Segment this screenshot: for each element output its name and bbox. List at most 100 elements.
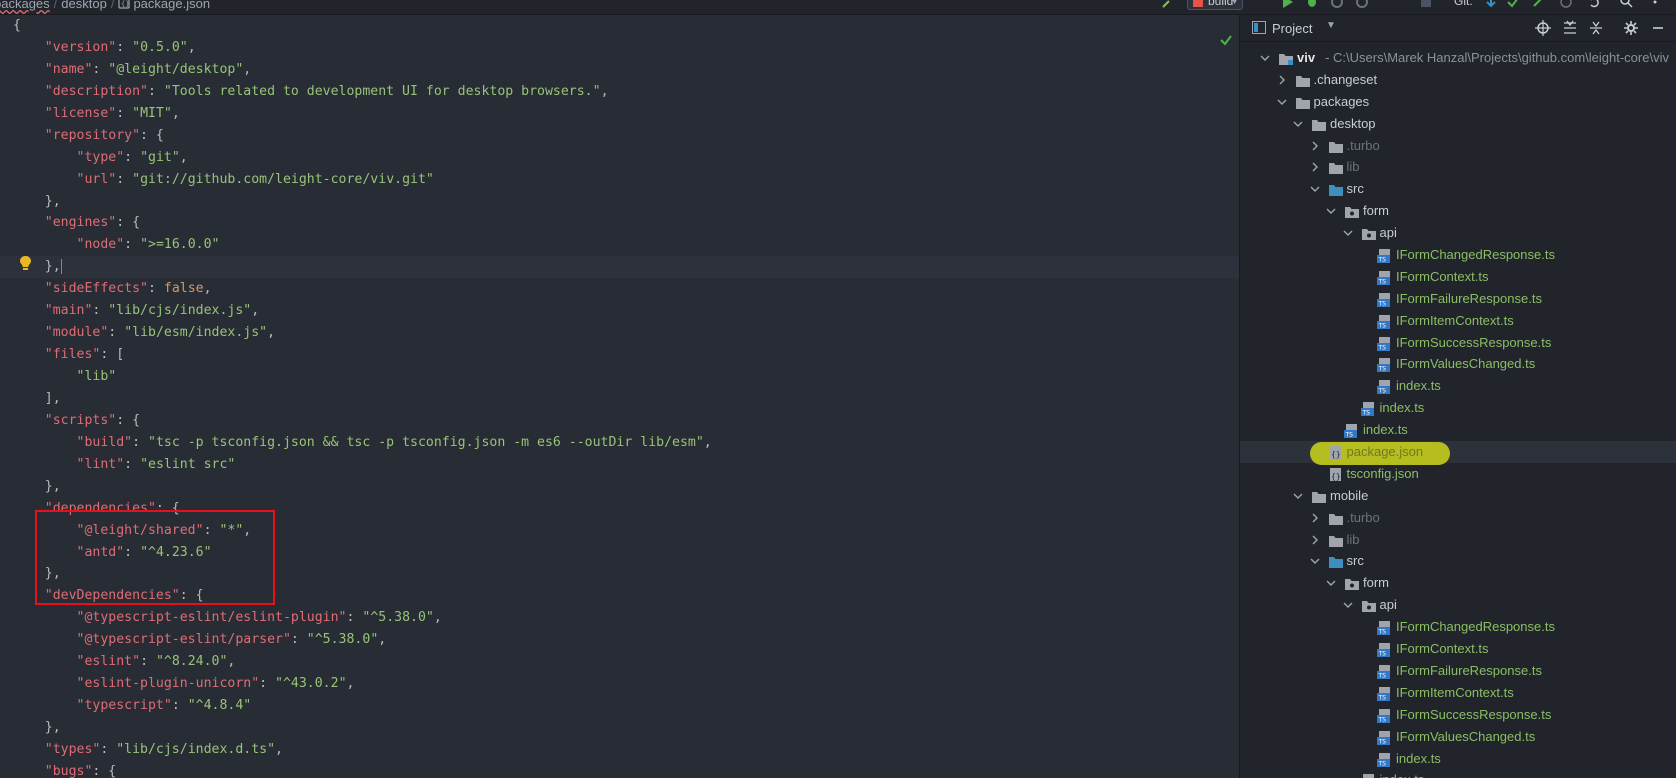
tree-folder-item[interactable]: desktop (1240, 113, 1676, 135)
tree-folder-item[interactable]: api (1240, 222, 1676, 244)
tree-folder-item[interactable]: .changeset (1240, 69, 1676, 91)
tree-file-item[interactable]: TS IFormFailureResponse.ts (1240, 288, 1676, 310)
git-push-icon[interactable] (1532, 0, 1544, 9)
chevron-down-icon[interactable] (1293, 119, 1303, 129)
code-line[interactable]: "module": "lib/esm/index.js", (0, 322, 1239, 344)
git-commit-icon[interactable] (1507, 0, 1519, 9)
expand-all-icon[interactable] (1562, 20, 1578, 36)
stop-icon[interactable] (1420, 0, 1432, 9)
chevron-down-icon[interactable] (1260, 53, 1270, 63)
breadcrumb-item-file[interactable]: package.json (133, 0, 210, 11)
chevron-down-icon[interactable] (1326, 206, 1336, 216)
tree-folder-item[interactable]: lib (1240, 529, 1676, 551)
code-line[interactable]: "eslint": "^8.24.0", (0, 651, 1239, 673)
chevron-down-icon[interactable] (1277, 97, 1287, 107)
code-line[interactable]: "engines": { (0, 212, 1239, 234)
view-selector-chevron-icon[interactable]: ▼ (1326, 20, 1336, 31)
tree-file-item[interactable]: TSindex.ts (1240, 419, 1676, 441)
chevron-down-icon[interactable] (1343, 600, 1353, 610)
chevron-down-icon[interactable] (1343, 228, 1353, 238)
code-line[interactable]: "type": "git", (0, 147, 1239, 169)
chevron-right-icon[interactable] (1310, 513, 1320, 523)
code-line[interactable]: "description": "Tools related to develop… (0, 81, 1239, 103)
tree-file-item[interactable]: TS IFormValuesChanged.ts (1240, 353, 1676, 375)
profile-icon[interactable] (1355, 0, 1369, 9)
code-line[interactable]: "eslint-plugin-unicorn": "^43.0.2", (0, 673, 1239, 695)
code-line[interactable]: "scripts": { (0, 410, 1239, 432)
code-editor[interactable]: { "version": "0.5.0", "name": "@leight/d… (0, 15, 1240, 778)
rollback-icon[interactable] (1588, 0, 1600, 9)
code-line[interactable]: "typescript": "^4.8.4" (0, 695, 1239, 717)
chevron-right-icon[interactable] (1277, 75, 1287, 85)
tree-folder-item[interactable]: src (1240, 550, 1676, 572)
code-line[interactable]: "name": "@leight/desktop", (0, 59, 1239, 81)
tree-file-item[interactable]: {} tsconfig.json (1240, 463, 1676, 485)
run-icon[interactable] (1281, 0, 1293, 9)
tree-file-item[interactable]: TS IFormChangedResponse.ts (1240, 616, 1676, 638)
code-line[interactable]: "build": "tsc -p tsconfig.json && tsc -p… (0, 432, 1239, 454)
tree-file-item[interactable]: TSindex.ts (1240, 375, 1676, 397)
code-lines[interactable]: { "version": "0.5.0", "name": "@leight/d… (0, 15, 1239, 778)
code-line[interactable]: "sideEffects": false, (0, 278, 1239, 300)
chevron-right-icon[interactable] (1310, 162, 1320, 172)
git-update-icon[interactable] (1485, 0, 1497, 9)
tree-file-item[interactable]: TS IFormValuesChanged.ts (1240, 726, 1676, 748)
history-icon[interactable] (1560, 0, 1572, 9)
tree-file-item[interactable]: TSindex.ts (1240, 769, 1676, 778)
project-tree[interactable]: viv - C:\Users\Marek Hanzal\Projects\gith… (1240, 47, 1676, 778)
chevron-down-icon[interactable] (1293, 491, 1303, 501)
tree-file-item[interactable]: TSindex.ts (1240, 397, 1676, 419)
tree-file-item[interactable]: TS IFormContext.ts (1240, 266, 1676, 288)
breadcrumb-item-packages[interactable]: packages (0, 0, 50, 11)
tree-folder-item[interactable]: lib (1240, 156, 1676, 178)
tree-file-item[interactable]: TS IFormItemContext.ts (1240, 682, 1676, 704)
code-line[interactable]: }, (0, 476, 1239, 498)
tree-folder-item[interactable]: api (1240, 594, 1676, 616)
debug-icon[interactable] (1305, 0, 1319, 9)
code-line[interactable]: "bugs": { (0, 761, 1239, 778)
search-icon[interactable] (1620, 0, 1634, 9)
tree-folder-item[interactable]: viv - C:\Users\Marek Hanzal\Projects\gith… (1240, 47, 1676, 69)
hide-panel-icon[interactable] (1650, 20, 1666, 36)
run-configuration-select[interactable]: build ▼ (1187, 0, 1243, 10)
tree-folder-item[interactable]: src (1240, 178, 1676, 200)
code-line[interactable]: "lint": "eslint src" (0, 454, 1239, 476)
code-line[interactable]: "repository": { (0, 125, 1239, 147)
code-line[interactable]: }, (0, 717, 1239, 739)
chevron-down-icon[interactable] (1326, 578, 1336, 588)
code-line[interactable]: "files": [ (0, 344, 1239, 366)
more-icon[interactable] (1648, 0, 1662, 9)
code-line[interactable]: { (0, 15, 1239, 37)
gear-icon[interactable] (1623, 20, 1639, 36)
tree-folder-item[interactable]: form (1240, 200, 1676, 222)
code-line[interactable]: "license": "MIT", (0, 103, 1239, 125)
tree-folder-item[interactable]: mobile (1240, 485, 1676, 507)
tree-folder-item[interactable]: form (1240, 572, 1676, 594)
tree-file-item[interactable]: TS IFormContext.ts (1240, 638, 1676, 660)
tree-folder-item[interactable]: .turbo (1240, 507, 1676, 529)
tree-file-item[interactable]: {} package.json (1240, 441, 1676, 466)
tree-folder-item[interactable]: packages (1240, 91, 1676, 113)
collapse-all-icon[interactable] (1588, 20, 1604, 36)
code-line[interactable]: "main": "lib/cjs/index.js", (0, 300, 1239, 322)
code-line[interactable]: "version": "0.5.0", (0, 37, 1239, 59)
code-line[interactable]: "@typescript-eslint/eslint-plugin": "^5.… (0, 607, 1239, 629)
code-line[interactable]: }, (0, 256, 1239, 279)
locate-file-icon[interactable] (1535, 20, 1551, 36)
code-line[interactable]: "node": ">=16.0.0" (0, 234, 1239, 256)
breadcrumb-item-desktop[interactable]: desktop (61, 0, 107, 11)
code-line[interactable]: "types": "lib/cjs/index.d.ts", (0, 739, 1239, 761)
chevron-right-icon[interactable] (1310, 535, 1320, 545)
tree-file-item[interactable]: TSindex.ts (1240, 748, 1676, 770)
code-line[interactable]: "url": "git://github.com/leight-core/viv… (0, 169, 1239, 191)
code-line[interactable]: ], (0, 388, 1239, 410)
tree-folder-item[interactable]: .turbo (1240, 135, 1676, 157)
tree-file-item[interactable]: TS IFormChangedResponse.ts (1240, 244, 1676, 266)
chevron-right-icon[interactable] (1310, 141, 1320, 151)
hammer-icon[interactable] (1160, 0, 1176, 9)
chevron-down-icon[interactable] (1310, 556, 1320, 566)
inspection-ok-icon[interactable] (1219, 33, 1233, 47)
lightbulb-icon[interactable] (20, 256, 31, 270)
tree-file-item[interactable]: TS IFormSuccessResponse.ts (1240, 704, 1676, 726)
coverage-icon[interactable] (1330, 0, 1344, 9)
